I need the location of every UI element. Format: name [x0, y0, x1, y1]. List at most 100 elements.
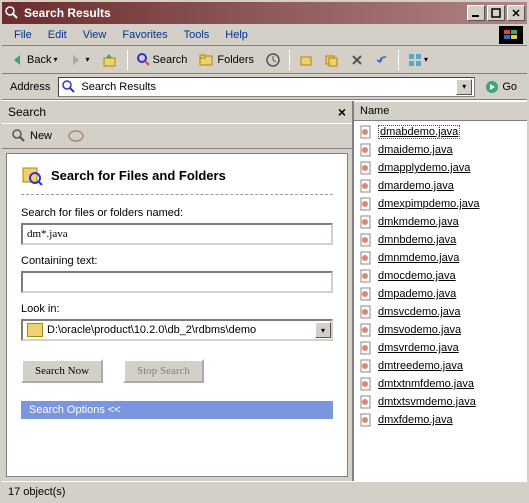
separator — [398, 50, 399, 70]
minimize-button[interactable] — [467, 5, 485, 21]
folders-label: Folders — [217, 54, 254, 66]
move-to-button[interactable] — [294, 50, 318, 70]
column-header-name[interactable]: Name — [354, 101, 527, 121]
search-options-header[interactable]: Search Options << — [21, 401, 333, 419]
menu-file[interactable]: File — [6, 27, 40, 43]
search-pane-header: Search × — [2, 101, 352, 123]
containing-input[interactable] — [21, 271, 333, 293]
java-file-icon — [358, 394, 374, 410]
search-button[interactable]: Search — [132, 50, 193, 70]
history-button[interactable] — [261, 50, 285, 70]
delete-icon — [351, 54, 363, 66]
window-title: Search Results — [24, 6, 467, 20]
file-name: dmkmdemo.java — [378, 216, 459, 228]
java-file-icon — [358, 412, 374, 428]
views-button[interactable]: ▾ — [403, 50, 433, 70]
file-name: dmardemo.java — [378, 180, 454, 192]
delete-button[interactable] — [346, 51, 368, 69]
file-name: dmsvcdemo.java — [378, 306, 461, 318]
file-item[interactable]: dmpademo.java — [356, 285, 525, 303]
titlebar: Search Results — [2, 2, 527, 24]
file-item[interactable]: dmaidemo.java — [356, 141, 525, 159]
file-name: dmtxtnmfdemo.java — [378, 378, 474, 390]
file-item[interactable]: dmsvcdemo.java — [356, 303, 525, 321]
menu-view[interactable]: View — [75, 27, 115, 43]
file-item[interactable]: dmsvodemo.java — [356, 321, 525, 339]
menu-tools[interactable]: Tools — [176, 27, 218, 43]
search-now-button[interactable]: Search Now — [21, 359, 103, 383]
move-to-icon — [299, 53, 313, 67]
lookin-dropdown[interactable]: ▾ — [315, 322, 331, 338]
search-pane-close[interactable]: × — [338, 104, 346, 120]
separator — [289, 50, 290, 70]
file-name: dmabdemo.java — [378, 125, 460, 139]
new-label: New — [30, 130, 52, 142]
search-help-button[interactable] — [64, 127, 88, 145]
toolbar: Back ▾ ▾ Search Folders ▾ — [2, 46, 527, 74]
dropdown-arrow-icon: ▾ — [53, 55, 57, 64]
up-button[interactable] — [97, 50, 123, 70]
new-search-button[interactable]: New — [8, 127, 56, 145]
file-name: dmaidemo.java — [378, 144, 453, 156]
file-name: dmnbdemo.java — [378, 234, 456, 246]
file-item[interactable]: dmabdemo.java — [356, 123, 525, 141]
file-item[interactable]: dmtxtnmfdemo.java — [356, 375, 525, 393]
separator — [127, 50, 128, 70]
address-combo[interactable]: Search Results ▾ — [58, 77, 475, 97]
lookin-label: Look in: — [21, 303, 333, 315]
undo-button[interactable] — [370, 51, 394, 69]
file-item[interactable]: dmxfdemo.java — [356, 411, 525, 429]
file-item[interactable]: dmnbdemo.java — [356, 231, 525, 249]
file-item[interactable]: dmocdemo.java — [356, 267, 525, 285]
search-label: Search — [153, 54, 188, 66]
back-button[interactable]: Back ▾ — [6, 50, 62, 70]
search-heading-text: Search for Files and Folders — [51, 168, 226, 183]
search-results-icon — [61, 79, 77, 95]
forward-arrow-icon — [69, 53, 83, 67]
menu-edit[interactable]: Edit — [40, 27, 75, 43]
results-pane: Name dmabdemo.java dmaidemo.java dmapplyde… — [354, 101, 527, 481]
forward-button[interactable]: ▾ — [64, 50, 94, 70]
menu-help[interactable]: Help — [217, 27, 256, 43]
file-item[interactable]: dmtxtsvmdemo.java — [356, 393, 525, 411]
folders-button[interactable]: Folders — [194, 50, 259, 70]
file-item[interactable]: dmkmdemo.java — [356, 213, 525, 231]
search-form: Search for Files and Folders Search for … — [6, 153, 348, 477]
java-file-icon — [358, 196, 374, 212]
containing-label: Containing text: — [21, 255, 333, 267]
named-input[interactable] — [21, 223, 333, 245]
file-name: dmsvodemo.java — [378, 324, 461, 336]
java-file-icon — [358, 304, 374, 320]
file-name: dmapplydemo.java — [378, 162, 470, 174]
search-heading-icon — [21, 164, 43, 186]
go-label: Go — [502, 81, 517, 93]
copy-to-button[interactable] — [320, 50, 344, 70]
new-icon — [12, 129, 26, 143]
file-item[interactable]: dmnmdemo.java — [356, 249, 525, 267]
file-item[interactable]: dmardemo.java — [356, 177, 525, 195]
file-item[interactable]: dmapplydemo.java — [356, 159, 525, 177]
search-pane-title: Search — [8, 105, 46, 119]
maximize-button[interactable] — [487, 5, 505, 21]
views-icon — [408, 53, 422, 67]
file-name: dmsvrdemo.java — [378, 342, 459, 354]
go-button[interactable]: Go — [479, 78, 523, 96]
search-heading: Search for Files and Folders — [21, 164, 333, 186]
back-label: Back — [27, 54, 51, 66]
help-icon — [68, 129, 84, 143]
java-file-icon — [358, 358, 374, 374]
close-button[interactable] — [507, 5, 525, 21]
java-file-icon — [358, 214, 374, 230]
lookin-combo[interactable]: D:\oracle\product\10.2.0\db_2\rdbms\demo… — [21, 319, 333, 341]
file-item[interactable]: dmsvrdemo.java — [356, 339, 525, 357]
file-name: dmtxtsvmdemo.java — [378, 396, 476, 408]
folder-up-icon — [102, 53, 118, 67]
statusbar: 17 object(s) — [2, 481, 527, 501]
divider — [21, 194, 333, 195]
file-item[interactable]: dmtreedemo.java — [356, 357, 525, 375]
java-file-icon — [358, 124, 374, 140]
menu-favorites[interactable]: Favorites — [114, 27, 175, 43]
file-item[interactable]: dmexpimpdemo.java — [356, 195, 525, 213]
address-dropdown[interactable]: ▾ — [456, 79, 472, 95]
lookin-value: D:\oracle\product\10.2.0\db_2\rdbms\demo — [47, 324, 315, 336]
